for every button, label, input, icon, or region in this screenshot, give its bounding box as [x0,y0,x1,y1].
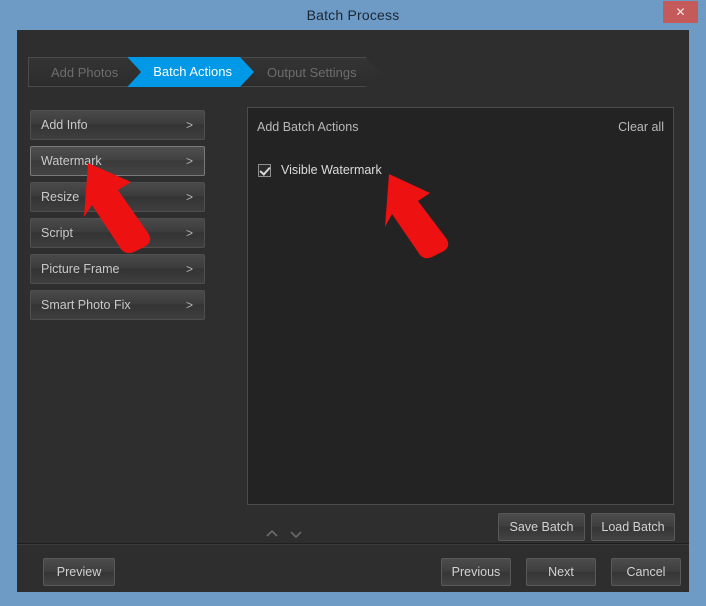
sidebar-item-label: Script [41,226,73,240]
previous-button[interactable]: Previous [441,558,511,586]
sidebar-item-label: Smart Photo Fix [41,298,131,312]
title-bar: Batch Process ✕ [0,0,706,30]
close-icon[interactable]: ✕ [663,1,698,23]
chevron-right-icon: > [185,262,193,276]
panel-title: Add Batch Actions [257,120,359,134]
list-item-label: Visible Watermark [281,163,382,177]
load-batch-button[interactable]: Load Batch [591,513,675,541]
sidebar-item-label: Resize [41,190,80,204]
tab-add-photos-label: Add Photos [51,65,119,80]
save-batch-button[interactable]: Save Batch [498,513,585,541]
sidebar-item-add-info[interactable]: Add Info > [30,110,205,140]
breadcrumb: Add Photos Batch Actions Output Settings [28,57,380,87]
tab-output-settings-label: Output Settings [267,65,357,80]
reorder-controls [264,526,304,542]
batch-process-window: Batch Process ✕ Add Photos Batch Actions… [0,0,706,606]
action-category-list: Add Info > Watermark > Resize > Script >… [30,110,205,326]
sidebar-item-label: Watermark [41,154,102,168]
cancel-button[interactable]: Cancel [611,558,681,586]
list-item[interactable]: Visible Watermark [258,163,382,177]
dialog-body: Add Photos Batch Actions Output Settings… [17,30,689,592]
chevron-right-icon: > [185,226,193,240]
footer-divider [17,543,689,545]
page-title: Batch Process [306,7,400,23]
visible-watermark-checkbox[interactable] [258,163,271,177]
sidebar-item-watermark[interactable]: Watermark > [30,146,205,176]
batch-actions-panel: Add Batch Actions Clear all Visible Wate… [247,107,674,505]
chevron-up-icon[interactable] [264,526,280,542]
sidebar-item-label: Picture Frame [41,262,120,276]
next-button[interactable]: Next [526,558,596,586]
chevron-right-icon: > [185,298,193,312]
chevron-down-icon[interactable] [288,526,304,542]
sidebar-item-label: Add Info [41,118,88,132]
sidebar-item-smart-photo-fix[interactable]: Smart Photo Fix > [30,290,205,320]
preview-button[interactable]: Preview [43,558,115,586]
chevron-right-icon: > [185,190,193,204]
chevron-right-icon: > [185,154,193,168]
clear-all-link[interactable]: Clear all [618,120,664,134]
tab-batch-actions[interactable]: Batch Actions [127,57,254,87]
sidebar-item-script[interactable]: Script > [30,218,205,248]
tab-output-settings[interactable]: Output Settings [240,57,380,87]
sidebar-item-resize[interactable]: Resize > [30,182,205,212]
tab-add-photos[interactable]: Add Photos [28,57,141,87]
chevron-right-icon: > [185,118,193,132]
sidebar-item-picture-frame[interactable]: Picture Frame > [30,254,205,284]
tab-batch-actions-label: Batch Actions [153,64,232,79]
